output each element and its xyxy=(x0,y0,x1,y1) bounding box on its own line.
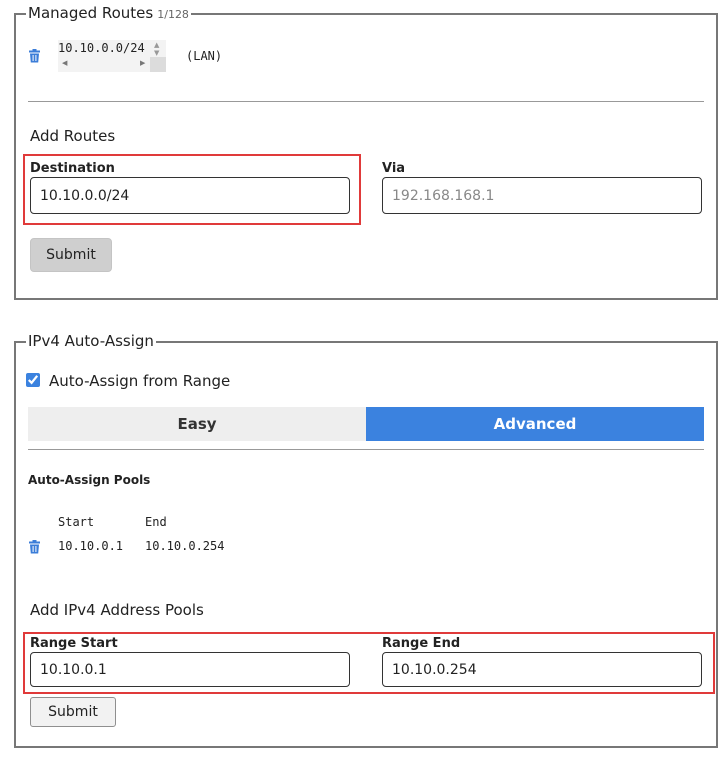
route-value: 10.10.0.0/24 xyxy=(58,41,145,55)
range-end-label: Range End xyxy=(382,636,461,651)
scroll-down-icon[interactable]: ▼ xyxy=(154,49,159,57)
route-note: (LAN) xyxy=(186,49,223,63)
tab-advanced[interactable]: Advanced xyxy=(366,407,704,441)
add-routes-heading: Add Routes xyxy=(30,127,116,145)
managed-routes-title: Managed Routes xyxy=(28,4,154,22)
auto-assign-checkbox-label[interactable]: Auto-Assign from Range xyxy=(49,372,230,390)
route-count: 1/128 xyxy=(157,8,189,21)
pools-heading: Auto-Assign Pools xyxy=(28,473,151,487)
routes-submit-button[interactable]: Submit xyxy=(30,238,112,272)
pool-start-value: 10.10.0.1 xyxy=(58,539,124,553)
range-end-input[interactable] xyxy=(382,652,702,687)
delete-route-icon[interactable] xyxy=(28,49,42,63)
tabs-divider xyxy=(28,449,704,450)
pools-col-end: End xyxy=(145,515,167,529)
pools-submit-button[interactable]: Submit xyxy=(30,697,116,727)
range-start-input[interactable] xyxy=(30,652,350,687)
add-pools-heading: Add IPv4 Address Pools xyxy=(30,601,204,619)
auto-assign-legend: IPv4 Auto-Assign xyxy=(26,332,156,350)
scroll-right-icon[interactable]: ▶ xyxy=(140,59,145,67)
via-label: Via xyxy=(382,161,406,176)
pools-col-start: Start xyxy=(58,515,95,529)
destination-label: Destination xyxy=(30,161,115,176)
route-value-box[interactable]: 10.10.0.0/24 ◀ ▶ ▲ ▼ xyxy=(58,40,166,72)
destination-input[interactable] xyxy=(30,177,350,214)
routes-divider xyxy=(28,101,704,102)
via-input[interactable] xyxy=(382,177,702,214)
scroll-corner xyxy=(150,57,166,72)
delete-pool-icon[interactable] xyxy=(28,540,42,554)
managed-routes-legend: Managed Routes 1/128 xyxy=(26,4,191,22)
pool-end-value: 10.10.0.254 xyxy=(145,539,225,553)
scroll-up-icon[interactable]: ▲ xyxy=(154,41,159,49)
scroll-left-icon[interactable]: ◀ xyxy=(62,59,67,67)
range-start-label: Range Start xyxy=(30,636,118,651)
auto-assign-checkbox[interactable] xyxy=(26,373,40,387)
tab-easy[interactable]: Easy xyxy=(28,407,366,441)
